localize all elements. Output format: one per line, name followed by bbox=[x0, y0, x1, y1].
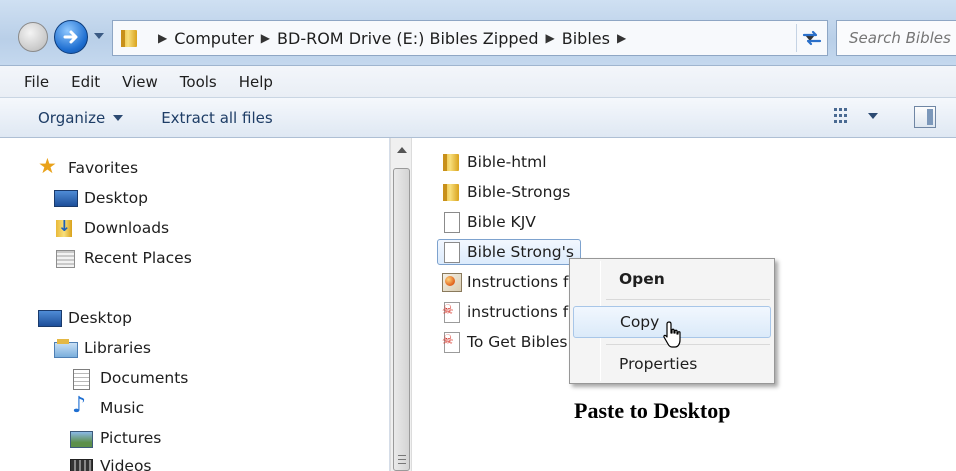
pdf-icon bbox=[441, 331, 461, 353]
nav-favorites-label: Favorites bbox=[68, 159, 139, 177]
refresh-button[interactable] bbox=[796, 24, 826, 52]
back-button[interactable] bbox=[18, 22, 48, 52]
nav-favorites[interactable]: Favorites bbox=[38, 154, 139, 178]
context-menu-open[interactable]: Open bbox=[573, 263, 771, 295]
desktop-icon bbox=[54, 188, 78, 208]
menu-view[interactable]: View bbox=[111, 73, 169, 91]
breadcrumb-separator-icon[interactable]: ▶ bbox=[261, 31, 270, 45]
scroll-thumb[interactable] bbox=[393, 168, 410, 471]
file-name: instructions f bbox=[467, 303, 569, 321]
nav-downloads[interactable]: Downloads bbox=[54, 217, 170, 238]
context-menu-properties[interactable]: Properties bbox=[573, 348, 771, 380]
star-icon bbox=[38, 154, 60, 178]
caption-text: Paste to Desktop bbox=[574, 398, 731, 423]
nav-item-label: Videos bbox=[100, 457, 152, 471]
chevron-down-icon bbox=[113, 114, 124, 121]
file-item[interactable]: Instructions f bbox=[441, 269, 574, 295]
breadcrumb-separator-icon[interactable]: ▶ bbox=[158, 31, 167, 45]
nav-music[interactable]: Music bbox=[70, 393, 145, 418]
html-document-icon bbox=[441, 271, 462, 293]
menu-separator bbox=[606, 344, 770, 345]
file-item[interactable]: To Get Bibles bbox=[441, 329, 574, 355]
nav-desktop[interactable]: Desktop bbox=[38, 308, 132, 328]
nav-item-label: Pictures bbox=[100, 429, 162, 447]
nav-documents[interactable]: Documents bbox=[70, 368, 189, 390]
hand-cursor-icon bbox=[663, 321, 681, 348]
file-item-selected[interactable]: Bible Strong's bbox=[437, 239, 581, 265]
desktop-icon bbox=[38, 308, 62, 328]
file-name: Bible Strong's bbox=[467, 243, 574, 261]
folder-icon bbox=[441, 151, 461, 173]
arrow-right-icon bbox=[63, 30, 78, 44]
menu-edit[interactable]: Edit bbox=[60, 73, 111, 91]
menu-tools[interactable]: Tools bbox=[169, 73, 228, 91]
nav-pictures[interactable]: Pictures bbox=[70, 428, 161, 448]
change-view-button[interactable] bbox=[834, 108, 878, 124]
organize-button[interactable]: Organize bbox=[38, 108, 124, 127]
file-item[interactable]: instructions f bbox=[441, 299, 574, 325]
pdf-icon bbox=[441, 301, 461, 323]
navigation-pane: Favorites Desktop Downloads Recent Place… bbox=[0, 138, 390, 471]
recent-pages-dropdown[interactable] bbox=[94, 33, 104, 39]
file-item[interactable]: Bible-html bbox=[441, 149, 553, 175]
organize-label: Organize bbox=[38, 108, 106, 127]
nav-item-label: Recent Places bbox=[84, 249, 192, 267]
breadcrumb-bibles[interactable]: Bibles bbox=[562, 29, 610, 48]
nav-item-label: Desktop bbox=[84, 189, 148, 207]
command-bar: Organize Extract all files bbox=[0, 98, 956, 138]
nav-libraries[interactable]: Libraries bbox=[54, 338, 151, 358]
file-item[interactable]: Bible-Strongs bbox=[441, 179, 576, 205]
nav-pane-scrollbar[interactable] bbox=[390, 138, 412, 471]
nav-item-label: Libraries bbox=[84, 339, 151, 357]
address-toolbar: ▶ Computer ▶ BD-ROM Drive (E:) Bibles Zi… bbox=[0, 0, 956, 66]
file-name: Instructions f bbox=[467, 273, 569, 291]
menu-file[interactable]: File bbox=[0, 73, 60, 91]
chevron-down-icon bbox=[868, 113, 878, 119]
menu-bar: File Edit View Tools Help bbox=[0, 66, 956, 98]
scroll-up-arrow-icon[interactable] bbox=[397, 147, 407, 153]
forward-button[interactable] bbox=[54, 20, 88, 54]
file-name: Bible KJV bbox=[467, 213, 536, 231]
folder-icon bbox=[119, 27, 141, 49]
breadcrumb-separator-icon[interactable]: ▶ bbox=[617, 31, 626, 45]
nav-item-label: Documents bbox=[100, 369, 189, 387]
search-box[interactable] bbox=[836, 20, 956, 56]
breadcrumb-drive[interactable]: BD-ROM Drive (E:) Bibles Zipped bbox=[277, 29, 539, 48]
file-item[interactable]: Bible KJV bbox=[441, 209, 542, 235]
nav-item-label: Music bbox=[100, 399, 145, 417]
preview-pane-button[interactable] bbox=[914, 106, 936, 128]
folder-icon bbox=[441, 181, 461, 203]
breadcrumb-separator-icon[interactable]: ▶ bbox=[546, 31, 555, 45]
nav-item-label: Downloads bbox=[84, 219, 170, 237]
libraries-icon bbox=[54, 338, 78, 358]
document-icon bbox=[441, 241, 461, 263]
documents-icon bbox=[70, 368, 92, 390]
menu-help[interactable]: Help bbox=[228, 73, 284, 91]
breadcrumb-computer[interactable]: Computer bbox=[174, 29, 254, 48]
extract-all-button[interactable]: Extract all files bbox=[161, 109, 272, 127]
file-name: To Get Bibles bbox=[467, 333, 568, 351]
refresh-icon bbox=[802, 30, 821, 46]
menu-separator bbox=[606, 299, 770, 300]
address-box[interactable]: ▶ Computer ▶ BD-ROM Drive (E:) Bibles Zi… bbox=[112, 20, 828, 56]
grip-icon bbox=[398, 455, 406, 464]
search-input[interactable] bbox=[849, 29, 956, 47]
videos-icon bbox=[70, 456, 93, 471]
nav-favorites-desktop[interactable]: Desktop bbox=[54, 188, 148, 208]
recent-places-icon bbox=[54, 248, 76, 268]
nav-videos[interactable]: Videos bbox=[70, 456, 152, 471]
view-options-icon bbox=[834, 108, 847, 123]
pictures-icon bbox=[70, 428, 93, 448]
music-icon bbox=[70, 393, 92, 418]
nav-recent-places[interactable]: Recent Places bbox=[54, 248, 192, 268]
document-icon bbox=[441, 211, 461, 233]
file-name: Bible-html bbox=[467, 153, 547, 171]
file-name: Bible-Strongs bbox=[467, 183, 571, 201]
downloads-icon bbox=[54, 217, 76, 238]
nav-item-label: Desktop bbox=[68, 309, 132, 327]
